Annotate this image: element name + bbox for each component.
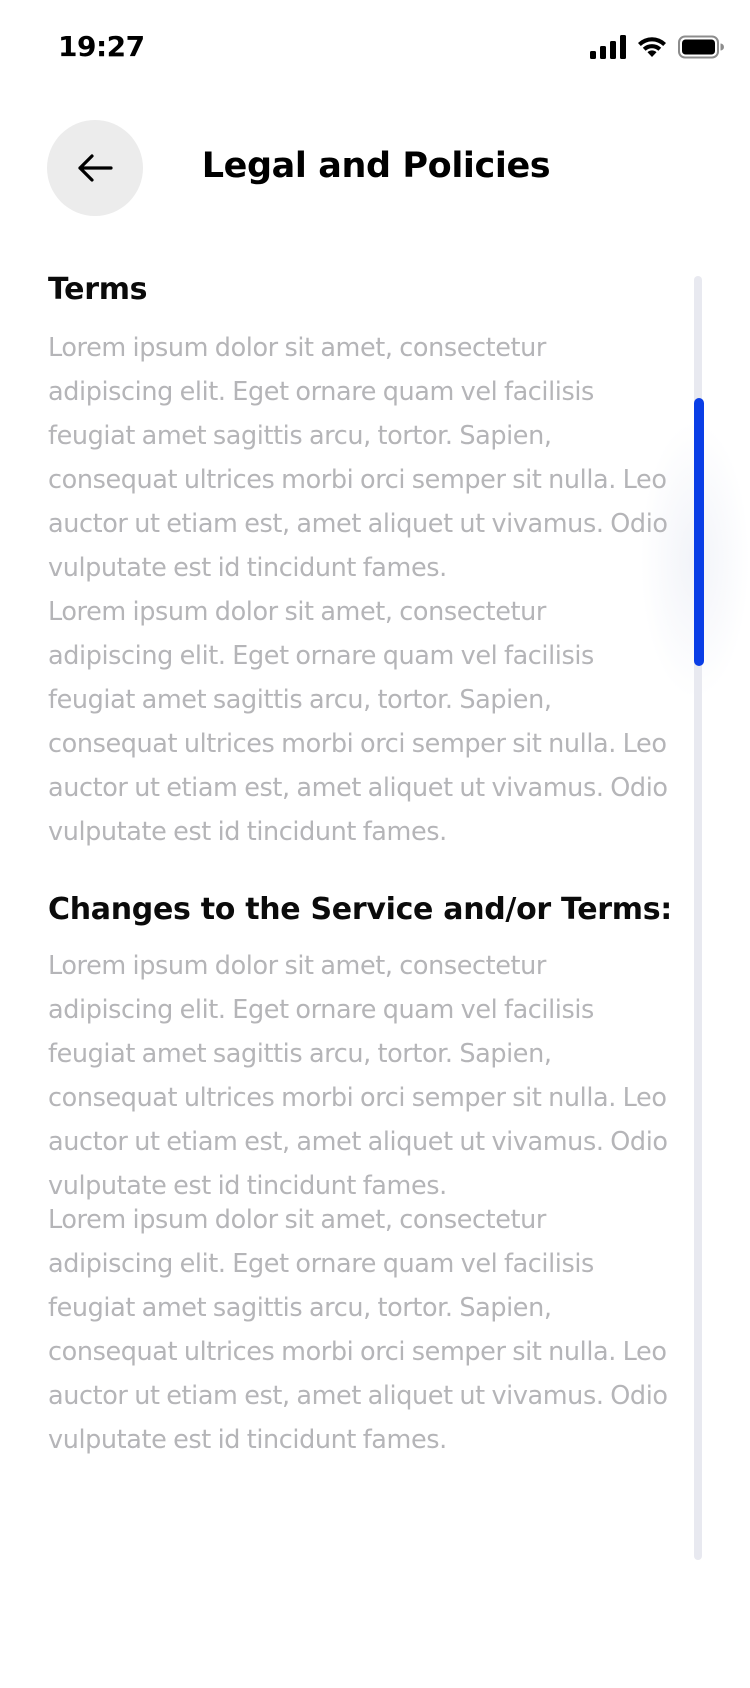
cellular-signal-icon xyxy=(590,35,626,59)
changes-paragraph-1: Lorem ipsum dolor sit amet, consectetur … xyxy=(48,951,668,1201)
scroll-thumb[interactable] xyxy=(694,398,704,666)
status-time: 19:27 xyxy=(58,30,145,63)
changes-paragraph-2: Lorem ipsum dolor sit amet, consectetur … xyxy=(48,1205,668,1455)
legal-content: Terms Lorem ipsum dolor sit amet, consec… xyxy=(48,268,673,1462)
header: Legal and Policies xyxy=(0,110,750,216)
battery-icon xyxy=(678,35,724,59)
status-icons xyxy=(590,34,724,60)
terms-paragraph-1: Lorem ipsum dolor sit amet, consectetur … xyxy=(48,333,668,583)
page-title: Legal and Policies xyxy=(201,146,551,186)
terms-heading: Terms xyxy=(48,272,148,307)
status-bar: 19:27 xyxy=(0,0,750,96)
changes-heading: Changes to the Service and/or Terms: xyxy=(48,892,672,927)
terms-paragraph-2: Lorem ipsum dolor sit amet, consectetur … xyxy=(48,597,668,847)
wifi-icon xyxy=(638,37,666,57)
